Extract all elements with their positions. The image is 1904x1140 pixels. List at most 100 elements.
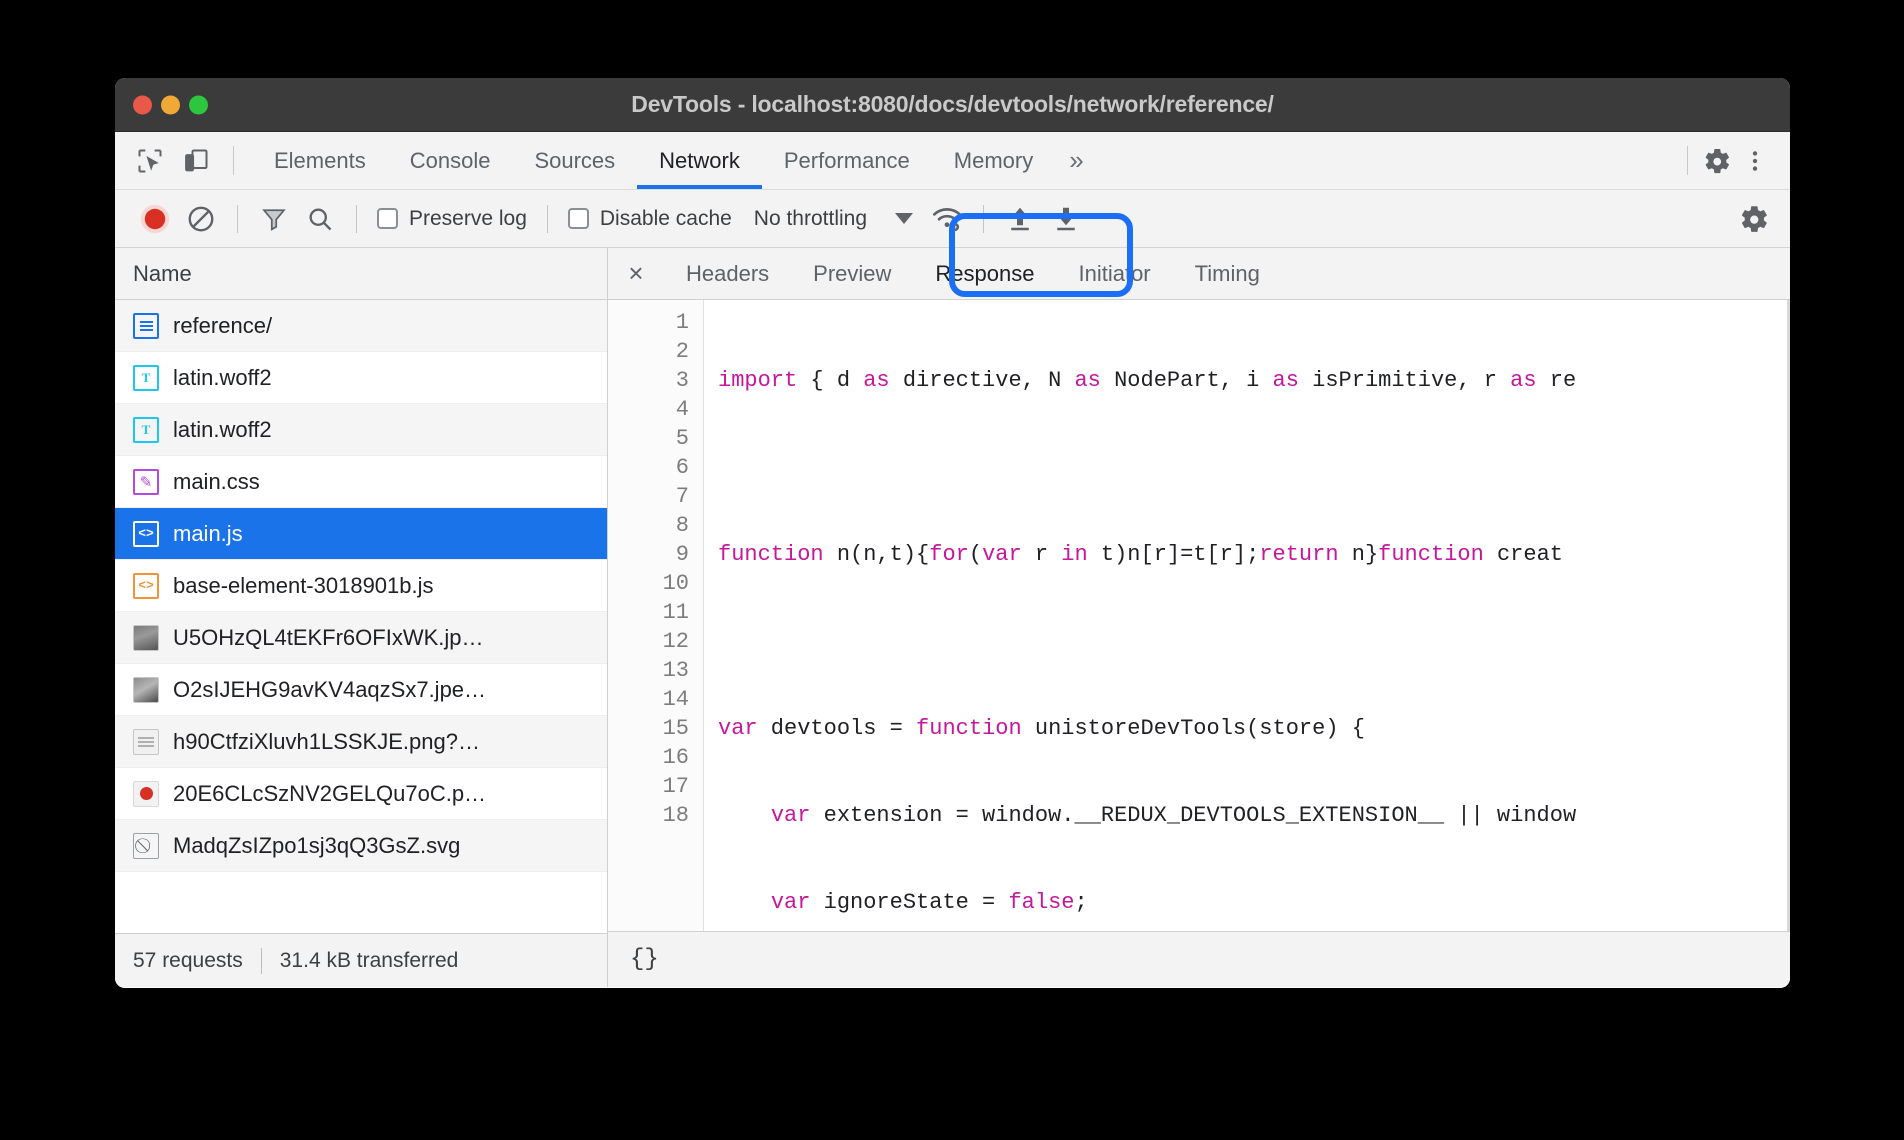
table-row[interactable]: U5OHzQL4tEKFr6OFIxWK.jp… — [115, 612, 607, 664]
line-number: 12 — [608, 627, 689, 656]
tab-memory[interactable]: Memory — [932, 132, 1055, 189]
response-code-viewer[interactable]: 1 2 3 4 5 6 7 8 9 10 11 12 13 14 — [608, 300, 1790, 931]
request-name: base-element-3018901b.js — [173, 573, 434, 599]
pretty-print-button[interactable]: {} — [630, 946, 659, 973]
toolbar-divider — [233, 146, 234, 175]
table-row[interactable]: 20E6CLcSzNV2GELQu7oC.p… — [115, 768, 607, 820]
more-vertical-icon[interactable] — [1738, 144, 1772, 178]
code-line — [718, 627, 1790, 656]
request-name: U5OHzQL4tEKFr6OFIxWK.jp… — [173, 625, 484, 651]
request-name: latin.woff2 — [173, 365, 272, 391]
line-number: 2 — [608, 337, 689, 366]
status-divider — [261, 948, 262, 974]
detail-tabbar: × Headers Preview Response Initiator Tim… — [608, 248, 1790, 300]
line-number: 17 — [608, 772, 689, 801]
document-icon — [133, 313, 159, 339]
font-icon: T — [133, 365, 159, 391]
line-number: 5 — [608, 424, 689, 453]
request-name: latin.woff2 — [173, 417, 272, 443]
preserve-log-checkbox[interactable]: Preserve log — [371, 207, 533, 231]
png-thumbnail-icon — [133, 729, 159, 755]
chevron-down-icon[interactable] — [895, 213, 913, 224]
search-icon[interactable] — [298, 197, 342, 241]
line-number: 3 — [608, 366, 689, 395]
disable-cache-label: Disable cache — [600, 207, 732, 231]
tab-console[interactable]: Console — [388, 132, 513, 189]
record-button[interactable] — [133, 197, 177, 241]
close-button[interactable] — [133, 95, 152, 114]
line-number-gutter: 1 2 3 4 5 6 7 8 9 10 11 12 13 14 — [608, 300, 704, 931]
export-har-icon[interactable] — [1044, 197, 1088, 241]
code-content: import { d as directive, N as NodePart, … — [704, 300, 1790, 931]
tab-initiator[interactable]: Initiator — [1056, 248, 1172, 299]
request-name: 20E6CLcSzNV2GELQu7oC.p… — [173, 781, 486, 807]
tab-response[interactable]: Response — [913, 248, 1056, 299]
script-icon-orange: <> — [133, 573, 159, 599]
tab-sources[interactable]: Sources — [512, 132, 637, 189]
line-number: 6 — [608, 453, 689, 482]
table-row[interactable]: T latin.woff2 — [115, 352, 607, 404]
more-tabs-chevron-icon[interactable]: » — [1055, 132, 1097, 189]
requests-status-bar: 57 requests 31.4 kB transferred — [115, 933, 607, 987]
filter-icon[interactable] — [252, 197, 296, 241]
tab-headers[interactable]: Headers — [664, 248, 791, 299]
pretty-print-bar[interactable]: {} — [608, 931, 1790, 987]
table-row[interactable]: T latin.woff2 — [115, 404, 607, 456]
gear-icon[interactable] — [1700, 144, 1734, 178]
code-line: var ignoreState = false; — [718, 888, 1790, 917]
tab-elements[interactable]: Elements — [252, 132, 388, 189]
devtools-window: DevTools - localhost:8080/docs/devtools/… — [115, 78, 1790, 988]
requests-pane: Name reference/ T latin.woff2 T latin.wo… — [115, 248, 608, 987]
line-number: 1 — [608, 308, 689, 337]
code-line: import { d as directive, N as NodePart, … — [718, 366, 1790, 395]
maximize-button[interactable] — [189, 95, 208, 114]
svg-icon: ⃠ — [133, 833, 159, 859]
tab-performance[interactable]: Performance — [762, 132, 932, 189]
code-line: var devtools = function unistoreDevTools… — [718, 714, 1790, 743]
line-number: 9 — [608, 540, 689, 569]
code-line: var extension = window.__REDUX_DEVTOOLS_… — [718, 801, 1790, 830]
network-toolbar: Preserve log Disable cache No throttling — [115, 190, 1790, 248]
throttling-value: No throttling — [754, 207, 867, 231]
screenshot-root: DevTools - localhost:8080/docs/devtools/… — [0, 0, 1904, 1140]
disable-cache-checkbox-box[interactable] — [568, 208, 589, 229]
line-number: 7 — [608, 482, 689, 511]
line-number: 16 — [608, 743, 689, 772]
requests-column-header[interactable]: Name — [115, 248, 607, 300]
wifi-settings-icon[interactable] — [925, 197, 969, 241]
toolbar-divider — [237, 205, 238, 233]
table-row[interactable]: reference/ — [115, 300, 607, 352]
table-row[interactable]: ✎ main.css — [115, 456, 607, 508]
table-row-selected[interactable]: <> main.js — [115, 508, 607, 560]
stylesheet-icon: ✎ — [133, 469, 159, 495]
minimize-button[interactable] — [161, 95, 180, 114]
table-row[interactable]: h90CtfziXluvh1LSSKJE.png?… — [115, 716, 607, 768]
inspect-element-icon[interactable] — [133, 144, 167, 178]
detail-pane: × Headers Preview Response Initiator Tim… — [608, 248, 1790, 987]
line-number: 11 — [608, 598, 689, 627]
window-titlebar: DevTools - localhost:8080/docs/devtools/… — [115, 78, 1790, 132]
table-row[interactable]: O2sIJEHG9avKV4aqzSx7.jpe… — [115, 664, 607, 716]
table-row[interactable]: <> base-element-3018901b.js — [115, 560, 607, 612]
tab-timing[interactable]: Timing — [1173, 248, 1282, 299]
code-line: function n(n,t){for(var r in t)n[r]=t[r]… — [718, 540, 1790, 569]
preserve-log-checkbox-box[interactable] — [377, 208, 398, 229]
script-icon: <> — [133, 521, 159, 547]
tab-preview[interactable]: Preview — [791, 248, 913, 299]
close-icon[interactable]: × — [608, 248, 664, 299]
request-name: reference/ — [173, 313, 272, 339]
image-thumbnail-icon — [133, 625, 159, 651]
disable-cache-checkbox[interactable]: Disable cache — [562, 207, 738, 231]
tab-network[interactable]: Network — [637, 132, 762, 189]
import-har-icon[interactable] — [998, 197, 1042, 241]
pane-scroll-edge[interactable] — [1787, 300, 1790, 931]
table-row[interactable]: ⃠ MadqZsIZpo1sj3qQ3GsZ.svg — [115, 820, 607, 872]
request-name: O2sIJEHG9avKV4aqzSx7.jpe… — [173, 677, 486, 703]
window-traffic-lights — [133, 95, 208, 114]
request-name: main.js — [173, 521, 243, 547]
network-settings-gear-icon[interactable] — [1732, 197, 1776, 241]
clear-icon[interactable] — [179, 197, 223, 241]
devtools-tabbar: Elements Console Sources Network Perform… — [115, 132, 1790, 190]
throttling-select[interactable]: No throttling — [754, 207, 913, 231]
device-toolbar-icon[interactable] — [179, 144, 213, 178]
